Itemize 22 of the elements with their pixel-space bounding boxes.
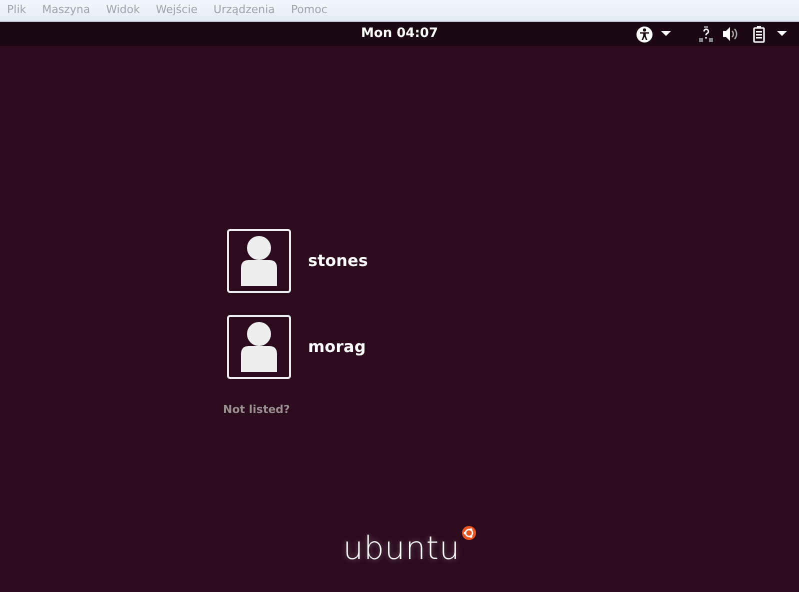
user-name[interactable]: morag (308, 335, 366, 359)
menu-item[interactable]: Maszyna (42, 2, 90, 19)
person-icon (239, 322, 279, 372)
user-avatar[interactable] (227, 229, 291, 293)
caret-icon[interactable] (661, 31, 671, 37)
ubuntu-logo: ubuntu (343, 528, 460, 569)
menu-item[interactable]: Pomoc (290, 2, 328, 19)
not-listed-link[interactable]: Not listed? (223, 402, 799, 418)
battery-icon[interactable] (753, 26, 765, 42)
menu-item[interactable]: Widok (106, 2, 140, 19)
user-name[interactable]: stones (308, 249, 368, 273)
menu-item[interactable]: Plik (7, 2, 26, 19)
caret-icon[interactable] (777, 31, 787, 37)
ubuntu-circle-icon (462, 526, 476, 540)
accessibility-icon[interactable] (636, 26, 653, 42)
menu-item[interactable]: Wejście (156, 2, 198, 19)
volume-icon[interactable] (723, 27, 739, 41)
person-icon (239, 236, 279, 286)
clock[interactable]: Mon 04:07 (360, 24, 438, 44)
network-icon[interactable] (699, 26, 713, 42)
user-avatar[interactable] (227, 315, 291, 379)
menu-item[interactable]: Urządzenia (214, 2, 275, 19)
